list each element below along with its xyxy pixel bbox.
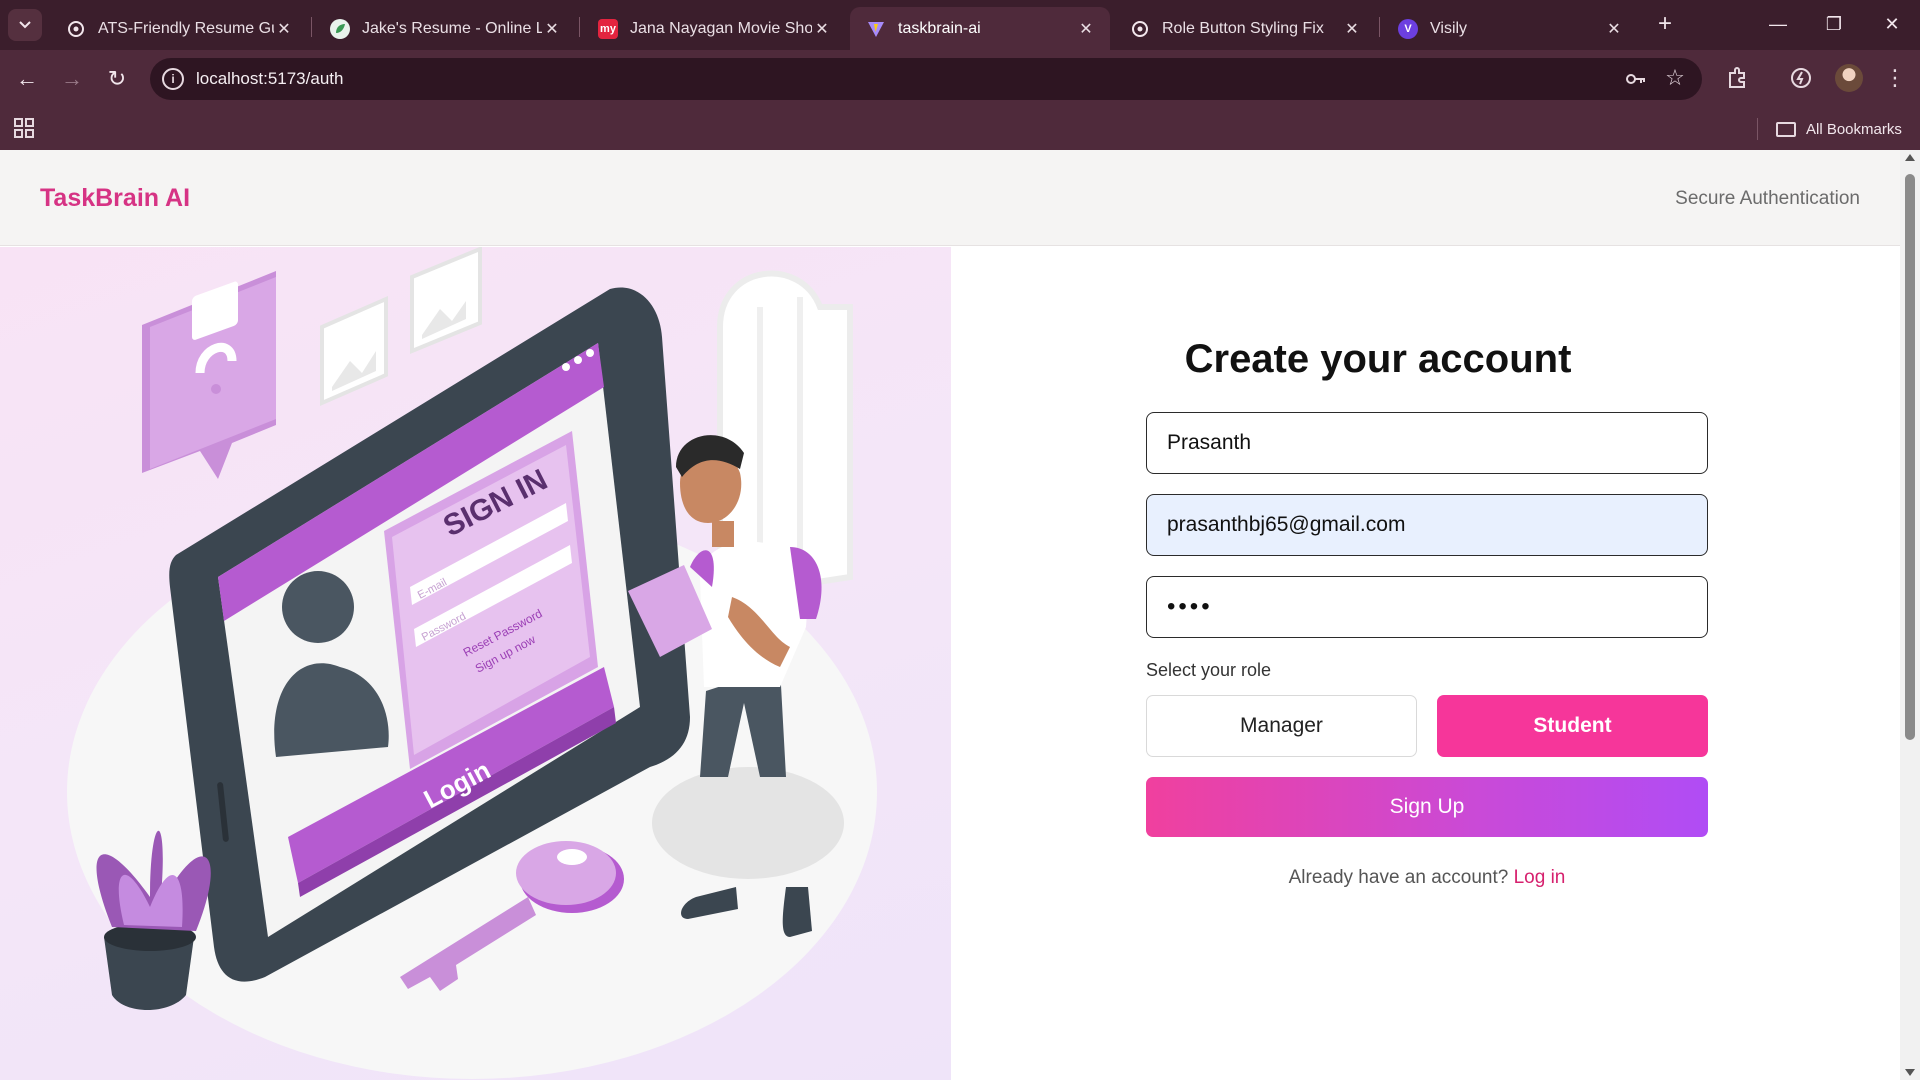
tab-taskbrain-ai[interactable]: taskbrain-ai ✕ [850,7,1110,50]
brand-logo[interactable]: TaskBrain AI [40,184,190,213]
site-info-icon[interactable]: i [162,68,184,90]
close-icon[interactable]: ✕ [274,19,294,39]
tab-title: Visily [1430,19,1468,37]
folder-icon [1776,121,1796,137]
all-bookmarks-button[interactable]: All Bookmarks [1776,116,1902,142]
scroll-up-arrow-icon[interactable] [1905,154,1915,161]
tab-title: Role Button Styling Fix [1162,19,1324,37]
manager-role-button[interactable]: Manager [1146,695,1417,757]
tab-title: ATS-Friendly Resume Guide [98,19,274,37]
sign-up-button[interactable]: Sign Up [1146,777,1708,837]
close-icon[interactable]: ✕ [1604,19,1624,39]
app-header: TaskBrain AI Secure Authentication [0,150,1900,246]
url-text[interactable]: localhost:5173/auth [196,69,343,89]
login-prompt-row: Already have an account? Log in [1097,867,1757,889]
close-icon[interactable]: ✕ [1076,19,1096,39]
close-icon[interactable]: ✕ [542,19,562,39]
tab-ats-resume[interactable]: ATS-Friendly Resume Guide ✕ [50,7,308,50]
forward-arrow-icon[interactable]: → [57,64,87,94]
window-close-icon[interactable]: ✕ [1872,8,1912,40]
tab-visily[interactable]: V Visily ✕ [1382,7,1638,50]
overleaf-icon [330,18,350,39]
all-bookmarks-label: All Bookmarks [1806,120,1902,138]
tab-search-button[interactable] [8,9,42,41]
back-arrow-icon[interactable]: ← [12,64,42,94]
openai-icon [66,19,86,39]
restore-icon[interactable]: ❐ [1814,8,1854,40]
visily-icon: V [1398,18,1418,39]
picture-frame-icon [410,247,482,354]
new-tab-button[interactable]: + [1651,11,1679,39]
reload-icon[interactable]: ↻ [102,64,132,94]
minimize-icon[interactable]: — [1758,8,1798,40]
password-input[interactable]: •••• [1146,576,1708,638]
bookmyshow-icon: my [598,18,618,39]
scroll-thumb[interactable] [1905,174,1915,740]
page-viewport: TaskBrain AI Secure Authentication SIGN … [0,150,1920,1080]
signup-form-panel: Create your account Prasanth prasanthbj6… [951,247,1900,1080]
tab-divider [579,17,580,37]
lock-bubble-icon [142,271,276,479]
bookmark-star-icon[interactable]: ☆ [1662,65,1688,91]
browser-toolbar: ← → ↻ i localhost:5173/auth ☆ ⋮ [0,50,1920,108]
chevron-down-icon [19,21,31,29]
tab-title: taskbrain-ai [898,19,981,37]
header-tagline: Secure Authentication [1675,188,1860,209]
page-scrollbar[interactable] [1900,150,1920,1080]
close-icon[interactable]: ✕ [812,19,832,39]
apps-grid-icon[interactable] [13,117,35,139]
close-icon[interactable]: ✕ [1342,19,1362,39]
tab-divider [311,17,312,37]
illustration-panel: SIGN IN E-mail Password Reset Password S… [0,247,951,1080]
tab-jakes-resume[interactable]: Jake's Resume - Online LaTeX ✕ [314,7,576,50]
form-title: Create your account [1184,337,1572,381]
tab-title: Jake's Resume - Online LaTeX [362,19,542,37]
login-link[interactable]: Log in [1514,867,1566,888]
openai-icon [1130,19,1150,39]
tab-title: Jana Nayagan Movie Show [630,19,812,37]
login-prompt-text: Already have an account? [1288,867,1509,888]
extensions-puzzle-icon[interactable] [1725,65,1753,93]
tab-jana-nayagan[interactable]: my Jana Nayagan Movie Show ✕ [582,7,846,50]
more-menu-icon[interactable]: ⋮ [1884,63,1906,93]
vite-icon [866,19,886,39]
tab-divider [1379,17,1380,37]
scroll-down-arrow-icon[interactable] [1905,1069,1915,1076]
address-bar[interactable]: i localhost:5173/auth ☆ [150,58,1702,100]
role-label: Select your role [1146,660,1272,680]
picture-frame-icon [320,295,388,407]
email-input[interactable]: prasanthbj65@gmail.com [1146,494,1708,556]
student-role-button[interactable]: Student [1437,695,1708,757]
password-key-icon[interactable] [1624,67,1648,91]
name-input[interactable]: Prasanth [1146,412,1708,474]
tab-strip: ATS-Friendly Resume Guide ✕ Jake's Resum… [0,0,1920,50]
tab-role-button-fix[interactable]: Role Button Styling Fix ✕ [1114,7,1376,50]
bookmarks-divider [1757,118,1758,140]
bookmarks-bar: All Bookmarks [0,108,1920,150]
login-illustration: SIGN IN E-mail Password Reset Password S… [67,247,877,1079]
performance-icon[interactable] [1788,65,1816,93]
profile-avatar[interactable] [1835,64,1863,92]
